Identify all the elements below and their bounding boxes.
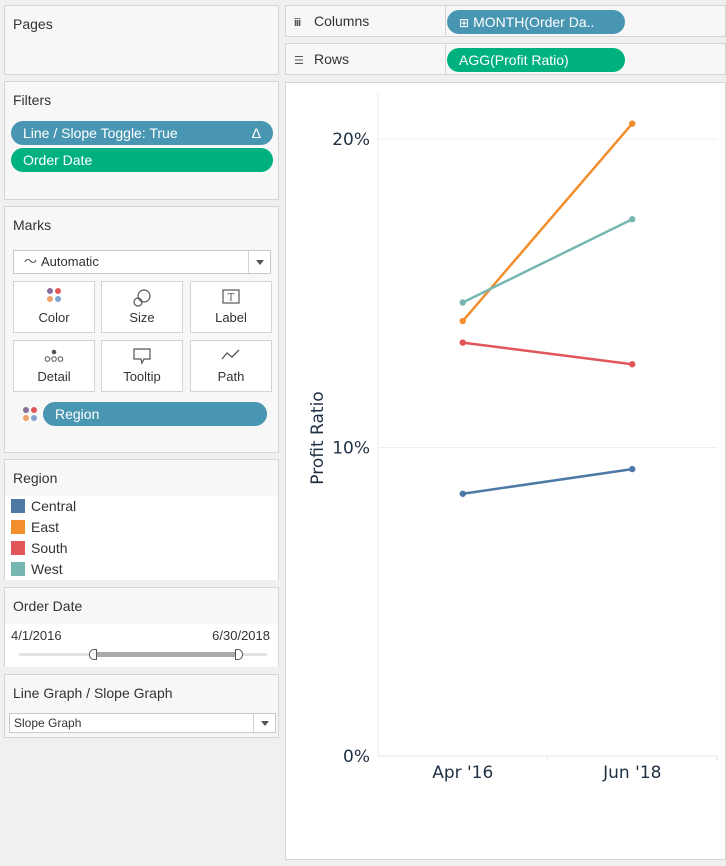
rows-pill[interactable]: AGG(Profit Ratio): [447, 48, 625, 72]
legend-label: West: [31, 561, 63, 577]
data-point-east: [629, 120, 636, 127]
y-axis-title: Profit Ratio: [308, 391, 328, 484]
end-date[interactable]: 6/30/2018: [212, 628, 270, 643]
marks-size-button[interactable]: Size: [101, 281, 183, 333]
label-icon: T: [191, 288, 271, 310]
legend-items: Central East South West: [5, 496, 278, 580]
marks-color-label: Color: [38, 310, 70, 325]
pages-title: Pages: [13, 16, 53, 32]
delta-icon: Δ: [251, 125, 261, 141]
color-swatch: [11, 541, 25, 555]
columns-icon: iii: [294, 17, 301, 29]
y-tick-label: 10%: [332, 439, 370, 459]
legend-label: South: [31, 540, 68, 556]
expand-icon[interactable]: ⊞: [459, 16, 469, 30]
graph-toggle-title: Line Graph / Slope Graph: [13, 685, 173, 701]
color-swatch: [11, 499, 25, 513]
filter-pill-label: Order Date: [23, 152, 93, 168]
mark-type-value: Automatic: [41, 254, 99, 269]
date-slider-range: [93, 652, 239, 657]
start-date[interactable]: 4/1/2016: [11, 628, 62, 643]
date-range-body: 4/1/2016 6/30/2018: [5, 624, 278, 667]
columns-pill-label: MONTH(Order Da..: [473, 14, 595, 30]
graph-type-value: Slope Graph: [14, 716, 82, 730]
line-icon: 〜: [24, 254, 38, 269]
tooltip-icon: [102, 347, 182, 369]
data-point-east: [459, 317, 466, 325]
chevron-down-icon[interactable]: [248, 251, 270, 273]
rows-shelf[interactable]: ☰ Rows AGG(Profit Ratio): [285, 43, 726, 75]
columns-shelf[interactable]: iii Columns ⊞ MONTH(Order Da..: [285, 5, 726, 37]
marks-tooltip-button[interactable]: Tooltip: [101, 340, 183, 392]
series-line-south: [462, 341, 633, 366]
color-swatch: [11, 562, 25, 576]
legend-item-east[interactable]: East: [5, 517, 278, 538]
series-line-central: [462, 467, 633, 496]
legend-title: Region: [13, 470, 58, 486]
data-point-west: [629, 216, 636, 223]
legend-item-central[interactable]: Central: [5, 496, 278, 517]
color-icon: [14, 288, 94, 310]
data-point-central: [459, 490, 466, 497]
marks-path-label: Path: [217, 369, 245, 384]
path-icon: [191, 347, 271, 369]
rows-icon: ☰: [294, 55, 304, 67]
date-slider-start-handle[interactable]: [89, 649, 97, 660]
region-color-pill[interactable]: Region: [43, 402, 267, 426]
data-point-south: [629, 361, 636, 368]
legend-item-south[interactable]: South: [5, 538, 278, 559]
x-tick-label: Apr '16: [432, 763, 493, 783]
columns-pill[interactable]: ⊞ MONTH(Order Da..: [447, 10, 625, 34]
marks-detail-label: Detail: [37, 369, 71, 384]
mark-type-dropdown[interactable]: 〜 Automatic: [13, 250, 271, 274]
svg-text:T: T: [228, 293, 235, 304]
data-point-central: [629, 465, 636, 473]
series-line-west: [462, 218, 633, 304]
marks-card: Marks 〜 Automatic Color Size T Label Deta…: [4, 206, 279, 453]
marks-detail-button[interactable]: Detail: [13, 340, 95, 392]
marks-size-label: Size: [129, 310, 155, 325]
size-icon: [102, 288, 182, 310]
marks-tooltip-label: Tooltip: [123, 369, 161, 384]
chart-area: Profit Ratio 0% 10% 20% Apr '16 Jun '18: [285, 82, 726, 860]
marks-color-button[interactable]: Color: [13, 281, 95, 333]
order-date-filter-card: Order Date 4/1/2016 6/30/2018: [4, 587, 279, 667]
marks-label-button[interactable]: T Label: [190, 281, 272, 333]
filters-title: Filters: [13, 92, 52, 108]
filters-card: Filters Line / Slope Toggle: True Δ Orde…: [4, 81, 279, 200]
y-tick-label: 20%: [332, 130, 370, 150]
y-tick-label: 0%: [343, 747, 370, 767]
rows-pill-label: AGG(Profit Ratio): [459, 52, 569, 68]
rows-label-text: Rows: [314, 51, 350, 67]
legend-item-west[interactable]: West: [5, 559, 278, 580]
filter-pill-order-date[interactable]: Order Date: [11, 148, 273, 172]
filter-pill-slope-toggle[interactable]: Line / Slope Toggle: True Δ: [11, 121, 273, 145]
detail-icon: [14, 347, 94, 369]
legend-label: Central: [31, 498, 77, 514]
graph-type-dropdown[interactable]: Slope Graph: [9, 713, 276, 733]
columns-label-text: Columns: [314, 13, 370, 29]
region-legend: Region Central East South West: [4, 459, 279, 580]
graph-toggle-card: Line Graph / Slope Graph Slope Graph: [4, 674, 279, 738]
marks-title: Marks: [13, 217, 52, 233]
data-point-west: [459, 299, 466, 306]
marks-path-button[interactable]: Path: [190, 340, 272, 392]
pages-card: Pages: [4, 5, 279, 75]
order-date-title: Order Date: [13, 598, 83, 614]
filter-pill-label: Line / Slope Toggle: True: [23, 125, 178, 141]
chevron-down-icon[interactable]: [253, 714, 275, 732]
legend-label: East: [31, 519, 60, 535]
date-slider-end-handle[interactable]: [235, 649, 243, 660]
columns-label: iii Columns: [286, 6, 446, 36]
region-pill-label: Region: [55, 406, 100, 422]
slope-chart: Profit Ratio 0% 10% 20% Apr '16 Jun '18: [308, 93, 718, 783]
rows-label: ☰ Rows: [286, 44, 446, 74]
x-tick-label: Jun '18: [602, 763, 661, 783]
color-swatch: [11, 520, 25, 534]
data-point-south: [459, 339, 466, 346]
marks-label-label: Label: [215, 310, 247, 325]
color-icon: [23, 407, 37, 421]
